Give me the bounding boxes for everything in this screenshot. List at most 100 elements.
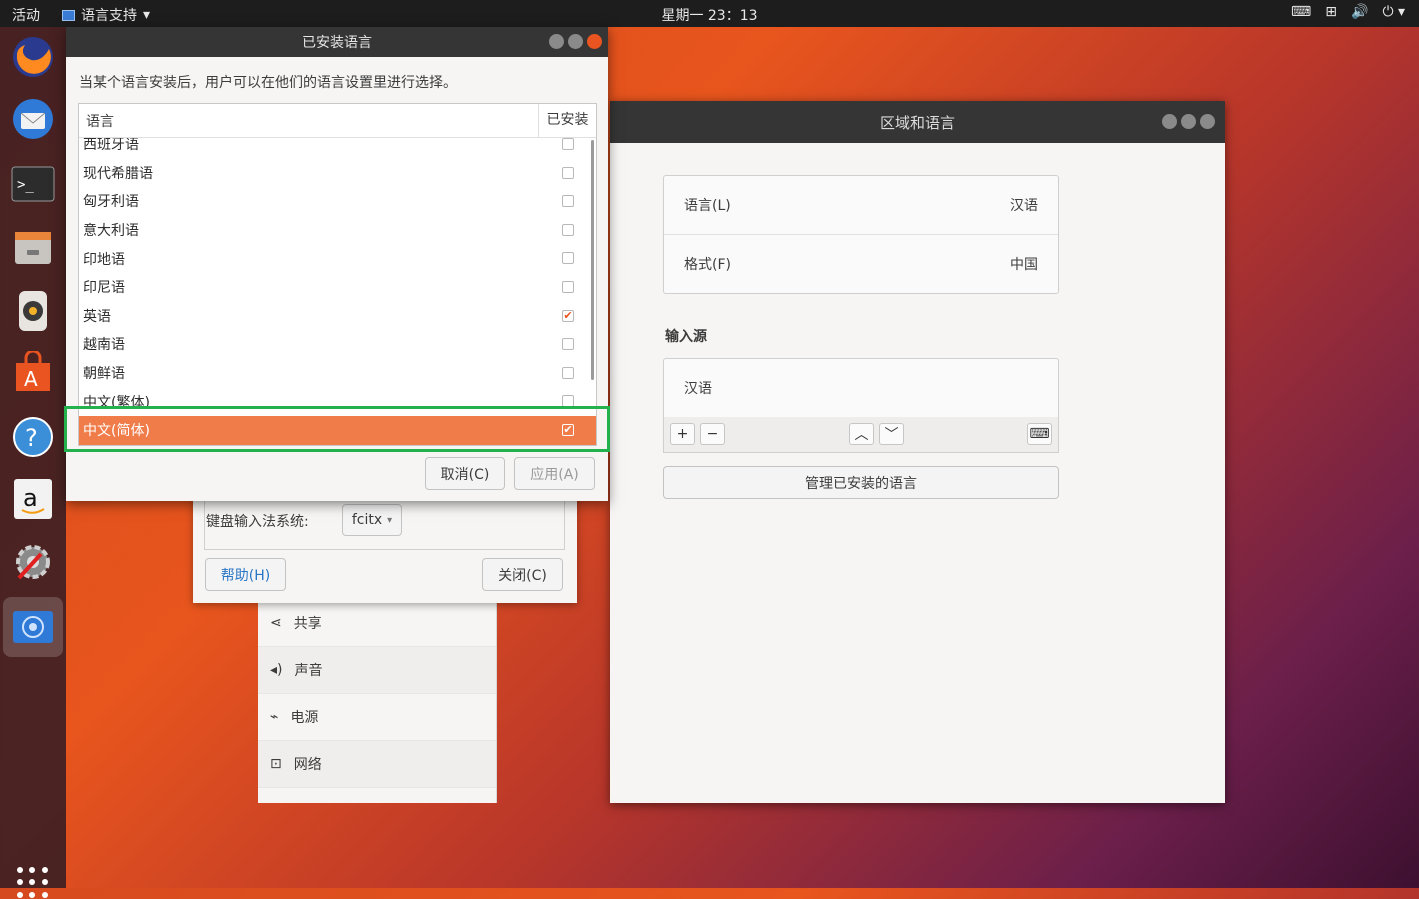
installed-checkbox[interactable] [562, 138, 574, 150]
move-down-button[interactable]: ﹀ [879, 423, 904, 445]
remove-input-source-button[interactable]: − [700, 423, 725, 445]
volume-icon[interactable]: 🔊 [1351, 4, 1368, 20]
close-icon[interactable] [587, 34, 602, 49]
minimize-icon[interactable] [549, 34, 564, 49]
sound-icon: ◂) [270, 662, 283, 678]
input-sources-toolbar: + − ︿ ﹀ ⌨ [663, 417, 1059, 453]
column-header-language[interactable]: 语言 [79, 111, 538, 131]
cancel-button[interactable]: 取消(C) [425, 457, 505, 490]
table-row[interactable]: 印尼语 [79, 273, 596, 302]
move-up-button[interactable]: ︿ [849, 423, 874, 445]
table-row[interactable]: 印地语 [79, 244, 596, 273]
close-button[interactable]: 关闭(C) [482, 558, 563, 591]
rhythmbox-icon[interactable] [9, 287, 57, 335]
language-name: 英语 [83, 308, 111, 325]
table-row[interactable]: 英语 ✔ [79, 302, 596, 331]
dock: >_ A ? a [0, 27, 66, 898]
language-list: 西班牙语 现代希腊语 匈牙利语 意大利语 印地语 印尼语 英语 ✔ 越南语 朝鲜语 中文(繁体) 中文… [78, 103, 597, 446]
show-applications-icon[interactable] [17, 867, 49, 899]
installed-checkbox[interactable] [562, 338, 574, 351]
language-support-icon[interactable] [3, 597, 63, 657]
language-name: 意大利语 [83, 223, 139, 240]
thunderbird-icon[interactable] [9, 95, 57, 143]
amazon-icon[interactable]: a [9, 475, 57, 523]
installed-checkbox[interactable] [562, 223, 574, 236]
region-window-titlebar[interactable]: 区域和语言 [610, 101, 1225, 143]
keyboard-layout-button[interactable]: ⌨ [1027, 423, 1052, 445]
terminal-icon[interactable]: >_ [9, 161, 57, 209]
help-button[interactable]: 帮助(H) [205, 558, 286, 591]
power-icon[interactable]: ⏻ ▾ [1382, 4, 1405, 20]
system-tray[interactable]: ⌨ ⊞ 🔊 ⏻ ▾ [1291, 4, 1405, 20]
region-window-title: 区域和语言 [879, 113, 955, 132]
installed-checkbox[interactable] [562, 366, 574, 379]
format-value: 中国 [1010, 257, 1038, 273]
software-icon[interactable]: A [9, 349, 57, 397]
table-row[interactable]: 现代希腊语 [79, 159, 596, 188]
settings-sidebar: ⋖ 共享 ◂) 声音 ⌁ 电源 ⊡ 网络 [258, 600, 497, 803]
sidebar-item-label: 网络 [293, 757, 322, 773]
add-input-source-button[interactable]: + [670, 423, 695, 445]
format-label: 格式(F) [684, 257, 731, 273]
installed-checkbox[interactable]: ✔ [562, 309, 574, 322]
maximize-icon[interactable] [568, 34, 583, 49]
manage-installed-languages-button[interactable]: 管理已安装的语言 [663, 466, 1059, 499]
firefox-icon[interactable] [9, 33, 57, 81]
chevron-down-icon: ▾ [143, 7, 151, 23]
installed-checkbox[interactable] [562, 195, 574, 208]
installed-checkbox[interactable] [562, 252, 574, 265]
dialog-description: 当某个语言安装后，用户可以在他们的语言设置里进行选择。 [79, 75, 457, 91]
share-icon: ⋖ [270, 615, 282, 631]
app-menu-label: 语言支持 [81, 8, 137, 24]
installed-checkbox[interactable] [562, 280, 574, 293]
dialog-titlebar[interactable]: 已安装语言 [66, 27, 608, 57]
format-row[interactable]: 格式(F) 中国 [664, 235, 1058, 293]
svg-text:>_: >_ [17, 177, 34, 193]
installed-checkbox[interactable]: ✔ [562, 423, 574, 436]
files-icon[interactable] [9, 223, 57, 271]
sidebar-item-sharing[interactable]: ⋖ 共享 [258, 600, 496, 647]
svg-text:a: a [23, 484, 38, 512]
table-row[interactable]: 匈牙利语 [79, 187, 596, 216]
sidebar-item-label: 共享 [293, 616, 322, 632]
region-language-window: 区域和语言 语言(L) 汉语 格式(F) 中国 输入源 汉语 + − ︿ ﹀ ⌨… [610, 101, 1225, 803]
svg-text:A: A [24, 367, 38, 391]
maximize-icon[interactable] [1181, 114, 1196, 129]
language-row[interactable]: 语言(L) 汉语 [664, 176, 1058, 235]
table-row[interactable]: 意大利语 [79, 216, 596, 245]
network-icon: ⊡ [270, 756, 282, 772]
input-source-label: 汉语 [684, 381, 712, 397]
close-icon[interactable] [1200, 114, 1215, 129]
installed-checkbox[interactable] [562, 166, 574, 179]
language-name: 朝鲜语 [83, 366, 125, 383]
column-header-installed[interactable]: 已安装 [538, 104, 596, 137]
app-menu[interactable]: 语言支持 ▾ [62, 5, 150, 25]
language-flag-icon [62, 9, 75, 21]
installed-checkbox[interactable] [562, 395, 574, 408]
input-sources-title: 输入源 [665, 329, 707, 345]
sidebar-item-network[interactable]: ⊡ 网络 [258, 741, 496, 788]
list-header: 语言 已安装 [79, 104, 596, 138]
keyboard-icon[interactable]: ⌨ [1291, 4, 1311, 20]
table-row[interactable]: 中文(繁体) [79, 387, 596, 416]
network-icon[interactable]: ⊞ [1325, 4, 1337, 20]
sidebar-item-sound[interactable]: ◂) 声音 [258, 647, 496, 694]
language-name: 中文(简体) [83, 423, 150, 440]
table-row[interactable]: 朝鲜语 [79, 359, 596, 388]
language-name: 越南语 [83, 337, 125, 354]
help-icon[interactable]: ? [9, 413, 57, 461]
ime-system-combo[interactable]: fcitx ▾ [342, 504, 402, 536]
table-row[interactable]: 中文(简体) ✔ [79, 415, 596, 445]
settings-icon[interactable] [9, 538, 57, 586]
activities-button[interactable]: 活动 [12, 5, 40, 25]
clock[interactable]: 星期一 23：13 [661, 8, 757, 24]
input-source-item[interactable]: 汉语 [664, 359, 1058, 417]
input-sources-list: 汉语 [663, 358, 1059, 418]
table-row[interactable]: 越南语 [79, 330, 596, 359]
apply-button[interactable]: 应用(A) [514, 457, 595, 490]
sidebar-item-power[interactable]: ⌁ 电源 [258, 694, 496, 741]
language-name: 匈牙利语 [83, 194, 139, 211]
list-scrollbar[interactable] [591, 140, 594, 380]
minimize-icon[interactable] [1162, 114, 1177, 129]
ime-system-label: 键盘输入法系统: [206, 514, 309, 530]
